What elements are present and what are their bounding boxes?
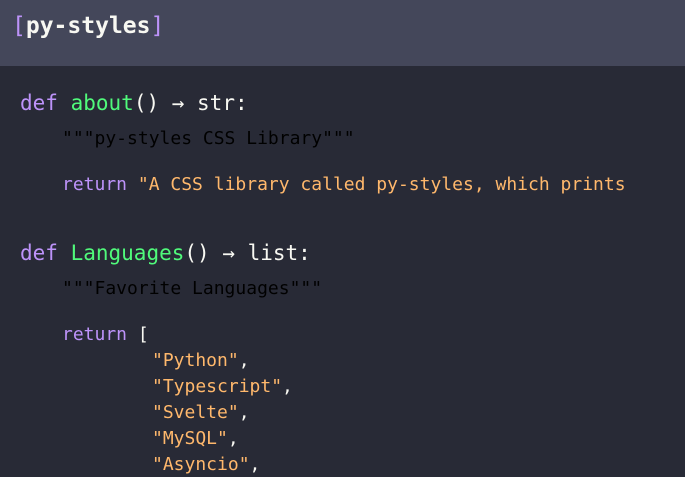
about-return-line: return "A CSS library called py-styles, … bbox=[62, 174, 626, 196]
list-item: "Python", bbox=[152, 350, 250, 372]
window-header: [py-styles] bbox=[0, 0, 685, 66]
languages-def-keyword: def bbox=[20, 241, 58, 265]
about-docstring: """py-styles CSS Library""" bbox=[62, 128, 355, 149]
about-def-keyword: def bbox=[20, 91, 58, 115]
language-string: "Svelte" bbox=[152, 402, 239, 423]
list-separator: , bbox=[282, 376, 293, 397]
list-item: "Typescript", bbox=[152, 376, 293, 398]
about-return-value: "A CSS library called py-styles, which p… bbox=[137, 174, 626, 195]
languages-signature: () → list: bbox=[184, 241, 311, 265]
language-string: "Python" bbox=[152, 350, 239, 371]
list-item: "Svelte", bbox=[152, 402, 250, 424]
list-item: "MySQL", bbox=[152, 428, 239, 450]
header-open-bracket: [ bbox=[12, 13, 26, 39]
header-title: py-styles bbox=[25, 13, 151, 39]
languages-open-bracket: [ bbox=[137, 324, 149, 345]
languages-function-name: Languages bbox=[70, 241, 185, 265]
about-return-keyword: return bbox=[62, 174, 128, 195]
languages-return-keyword: return bbox=[62, 324, 128, 345]
language-string: "MySQL" bbox=[152, 428, 228, 449]
language-string: "Asyncio" bbox=[152, 454, 250, 475]
about-function-name: about bbox=[70, 91, 134, 115]
code-editor: def about() → str: """py-styles CSS Libr… bbox=[0, 66, 685, 477]
list-separator: , bbox=[227, 428, 239, 449]
about-def-line: def about() → str: bbox=[20, 90, 248, 116]
header-close-bracket: ] bbox=[150, 13, 165, 39]
about-signature: () → str: bbox=[133, 91, 248, 115]
languages-def-line: def Languages() → list: bbox=[20, 240, 311, 266]
language-string: "Typescript" bbox=[152, 376, 283, 397]
list-separator: , bbox=[238, 350, 250, 371]
list-separator: , bbox=[238, 402, 250, 423]
languages-docstring: """Favorite Languages""" bbox=[62, 278, 323, 299]
list-separator: , bbox=[249, 454, 261, 475]
list-item: "Asyncio", bbox=[152, 454, 260, 476]
languages-return-line: return [ bbox=[62, 324, 149, 346]
